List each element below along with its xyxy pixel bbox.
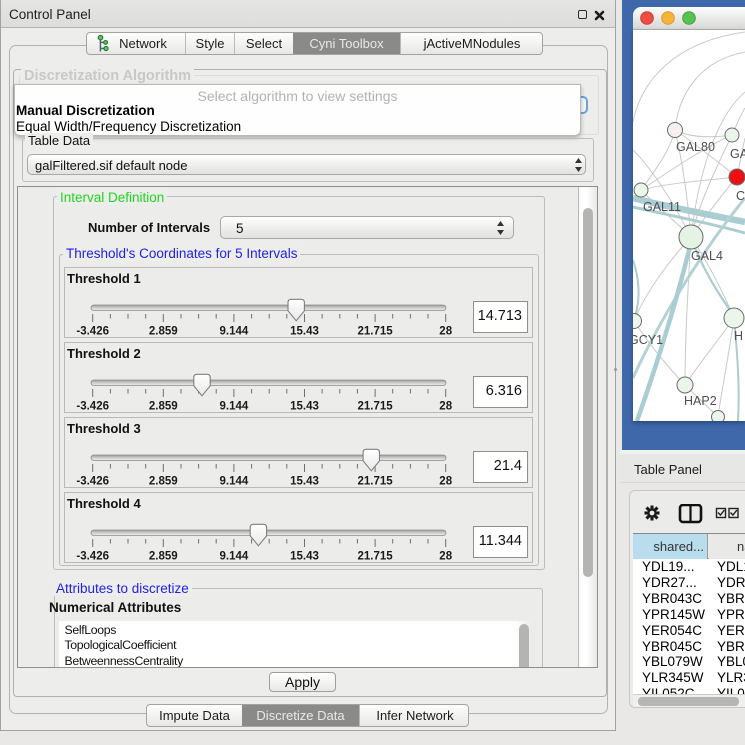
svg-text:15.43: 15.43 (290, 401, 319, 413)
svg-text:28: 28 (439, 401, 452, 413)
svg-text:28: 28 (439, 551, 452, 563)
svg-text:-3.426: -3.426 (76, 401, 109, 413)
svg-text:-3.426: -3.426 (76, 551, 109, 563)
svg-text:9.144: 9.144 (220, 326, 249, 338)
svg-text:2.859: 2.859 (149, 326, 178, 338)
svg-text:15.43: 15.43 (290, 476, 319, 488)
svg-text:GAL80: GAL80 (676, 140, 715, 154)
svg-text:9.144: 9.144 (220, 476, 249, 488)
svg-text:-3.426: -3.426 (76, 326, 109, 338)
svg-text:GCY1: GCY1 (633, 333, 663, 347)
svg-text:21.715: 21.715 (358, 401, 394, 413)
svg-text:2.859: 2.859 (149, 551, 178, 563)
svg-text:21.715: 21.715 (358, 326, 394, 338)
svg-text:C: C (736, 189, 745, 203)
svg-text:15.43: 15.43 (290, 551, 319, 563)
svg-text:9.144: 9.144 (220, 551, 249, 563)
svg-text:GAL11: GAL11 (643, 200, 681, 214)
svg-text:28: 28 (439, 326, 452, 338)
svg-text:-3.426: -3.426 (76, 476, 109, 488)
svg-text:2.859: 2.859 (149, 476, 178, 488)
svg-text:21.715: 21.715 (358, 551, 394, 563)
svg-text:GAL4: GAL4 (691, 249, 723, 263)
svg-text:9.144: 9.144 (220, 401, 249, 413)
svg-text:15.43: 15.43 (290, 326, 319, 338)
svg-text:HAP2: HAP2 (684, 394, 717, 408)
svg-text:21.715: 21.715 (358, 476, 394, 488)
svg-text:H: H (734, 329, 743, 343)
svg-text:28: 28 (439, 476, 452, 488)
svg-text:2.859: 2.859 (149, 401, 178, 413)
svg-text:GA: GA (730, 147, 745, 161)
